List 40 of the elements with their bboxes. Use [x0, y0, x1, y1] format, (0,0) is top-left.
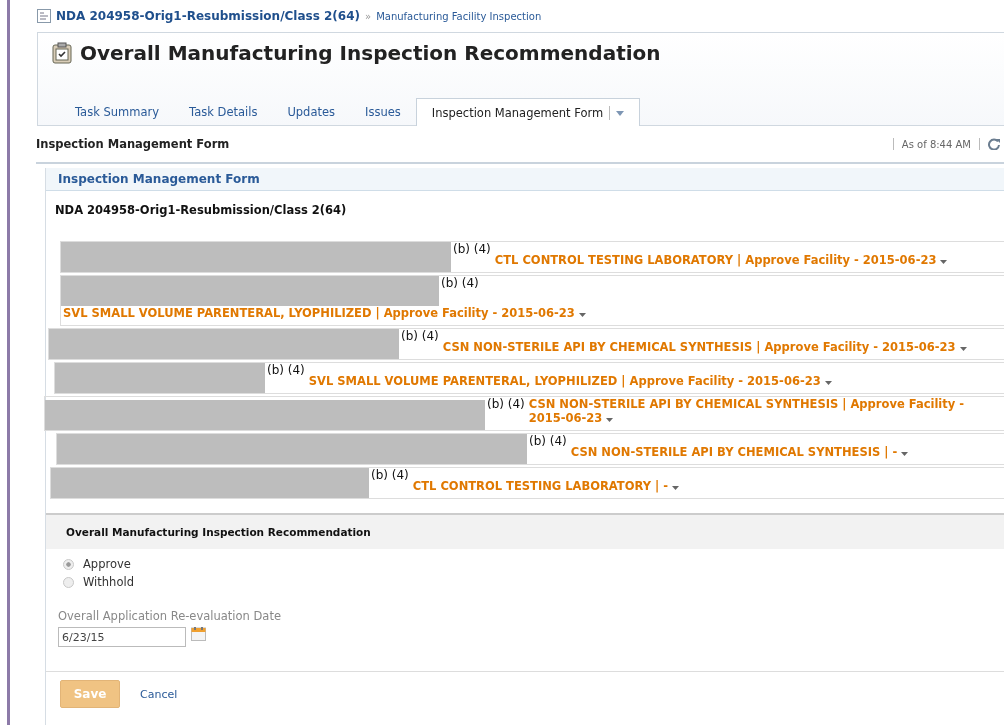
redaction-code: (b) (4)	[400, 329, 440, 343]
caret-icon[interactable]	[824, 381, 832, 385]
breadcrumb-current: Manufacturing Facility Inspection	[376, 10, 542, 22]
redaction-code: (b) (4)	[370, 468, 410, 482]
radio-button[interactable]	[63, 558, 74, 570]
caret-icon[interactable]	[940, 260, 948, 264]
tab[interactable]: Task Summary	[60, 98, 175, 125]
tab[interactable]: Inspection Management Form	[415, 98, 641, 126]
caret-icon[interactable]	[672, 486, 680, 490]
field-label: Overall Application Re-evaluation Date	[57, 608, 282, 623]
section-title: Overall Manufacturing Inspection Recommendation	[66, 526, 371, 538]
breadcrumb-separator: »	[365, 10, 372, 22]
application-id: NDA 204958-Orig1-Resubmission/Class 2(64)	[54, 202, 348, 219]
date-field[interactable]: 6/23/15	[58, 627, 186, 647]
redaction-code: (b) (4)	[266, 363, 306, 377]
redaction-code: (b) (4)	[486, 397, 526, 411]
redaction-code: (b) (4)	[440, 276, 480, 290]
caret-icon[interactable]	[578, 313, 586, 317]
breadcrumb-link[interactable]: NDA 204958-Orig1-Resubmission/Class 2(64)	[56, 9, 361, 23]
refresh-icon[interactable]	[988, 138, 1000, 150]
redaction-code: (b) (4)	[528, 434, 568, 448]
cancel-link[interactable]: Cancel	[140, 687, 178, 701]
caret-icon[interactable]	[606, 418, 614, 422]
caret-icon[interactable]	[959, 347, 967, 351]
radio-label: Withhold	[83, 575, 134, 589]
caret-icon[interactable]	[616, 110, 625, 116]
radio-label: Approve	[83, 557, 131, 571]
document-icon	[37, 9, 51, 23]
timestamp: As of 8:44 AM	[901, 138, 971, 150]
tab[interactable]: Task Details	[174, 98, 273, 125]
calendar-icon[interactable]	[191, 627, 206, 641]
redaction-code: (b) (4)	[452, 242, 492, 256]
caret-icon[interactable]	[901, 452, 909, 456]
form-title: Inspection Management Form	[36, 137, 230, 151]
tab[interactable]: Issues	[350, 98, 416, 125]
page-title: Overall Manufacturing Inspection Recommendation	[80, 41, 661, 65]
tab[interactable]: Updates	[272, 98, 351, 125]
panel-title: Inspection Management Form	[58, 172, 260, 186]
clipboard-check-icon	[52, 42, 72, 64]
radio-button[interactable]	[63, 576, 74, 588]
